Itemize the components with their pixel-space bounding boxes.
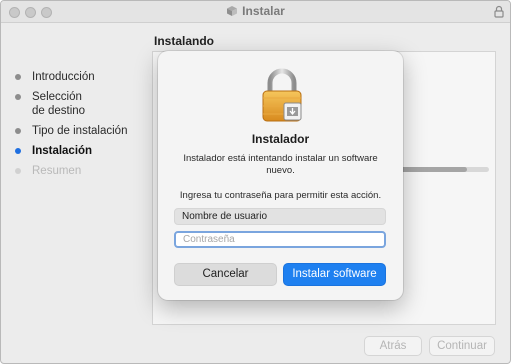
step-bullet xyxy=(15,168,21,174)
package-icon xyxy=(227,6,238,16)
continue-button[interactable]: Continuar xyxy=(429,336,495,356)
lock-icon[interactable] xyxy=(494,5,504,18)
password-field[interactable] xyxy=(174,231,386,248)
step-label: Introducción xyxy=(32,71,95,83)
step-label: Instalación xyxy=(32,145,93,157)
step-summary: Resumen xyxy=(15,164,145,178)
step-bullet xyxy=(15,94,21,100)
step-destination: Selección de destino xyxy=(15,90,145,118)
step-installation: Instalación xyxy=(15,144,145,158)
step-label: Tipo de instalación xyxy=(32,125,128,137)
section-title: Instalando xyxy=(154,34,215,48)
dialog-message: Instalador está intentando instalar un s… xyxy=(183,153,378,176)
step-label-line2: de destino xyxy=(32,105,86,117)
window-title: Instalar xyxy=(242,4,285,18)
step-introduction: Introducción xyxy=(15,70,145,84)
steps-sidebar: Introducción Selección de destino Tipo d… xyxy=(15,70,145,178)
auth-dialog: Instalador Instalador está intentando in… xyxy=(158,51,403,300)
title-bar: Instalar xyxy=(1,1,510,23)
dialog-prompt: Ingresa tu contraseña para permitir esta… xyxy=(179,190,382,201)
username-field[interactable] xyxy=(174,208,386,225)
step-bullet-active xyxy=(15,148,21,154)
step-bullet xyxy=(15,128,21,134)
window-title-group: Instalar xyxy=(1,4,510,18)
cancel-button[interactable]: Cancelar xyxy=(174,263,277,286)
install-software-button[interactable]: Instalar software xyxy=(283,263,386,286)
step-bullet xyxy=(15,74,21,80)
padlock-icon xyxy=(262,68,302,122)
back-button[interactable]: Atrás xyxy=(364,336,422,356)
install-progress-bar xyxy=(399,167,489,172)
dialog-title: Instalador xyxy=(251,132,310,146)
step-label: Selección xyxy=(32,91,82,103)
step-install-type: Tipo de instalación xyxy=(15,124,145,138)
installer-window: Instalar Instalando Introducción Selecci… xyxy=(0,0,511,364)
progress-fill xyxy=(399,167,467,172)
step-label: Resumen xyxy=(32,165,82,177)
